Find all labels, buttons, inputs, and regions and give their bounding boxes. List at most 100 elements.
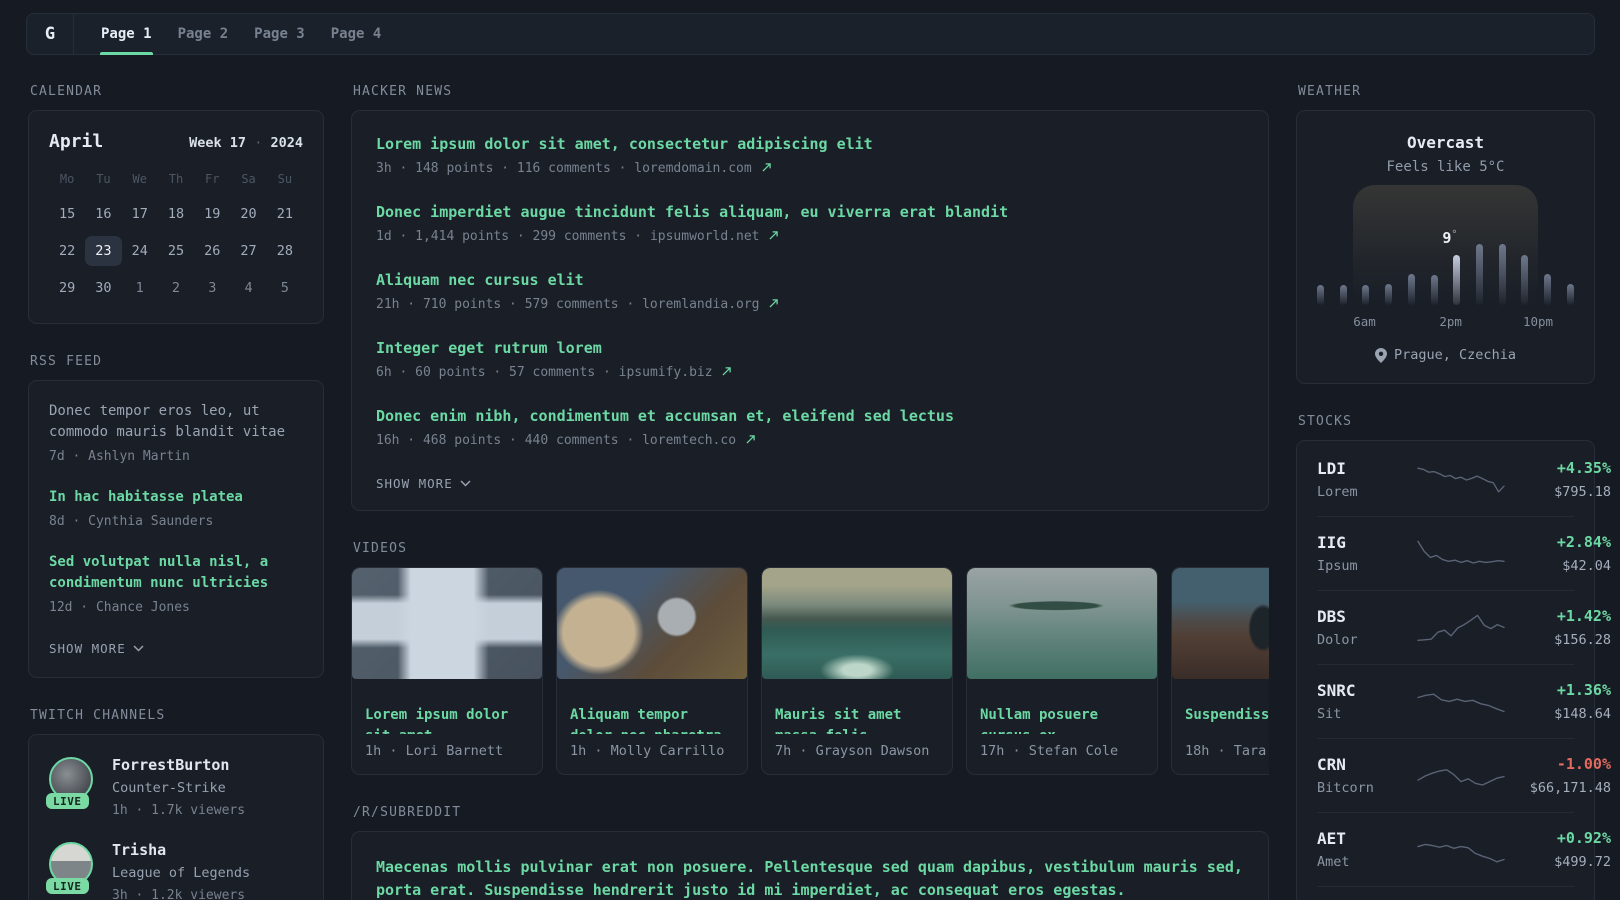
- hackernews-widget: HACKER NEWS Lorem ipsum dolor sit amet, …: [351, 84, 1269, 511]
- calendar-day: 17: [131, 206, 148, 222]
- stock-row[interactable]: IIG Ipsum +2.84% $42.04: [1317, 516, 1611, 590]
- calendar-day: 28: [276, 243, 293, 259]
- weather-bar: [1385, 284, 1393, 305]
- hn-story-title[interactable]: Donec enim nibh, condimentum et accumsan…: [376, 405, 1244, 427]
- stock-name: Ipsum: [1317, 558, 1358, 574]
- reddit-post-title[interactable]: Maecenas mollis pulvinar erat non posuer…: [376, 856, 1244, 900]
- hn-story-title[interactable]: Integer eget rutrum lorem: [376, 337, 1244, 359]
- live-badge: LIVE: [46, 793, 89, 809]
- rss-item: Donec tempor eros leo, ut commodo mauris…: [49, 401, 303, 466]
- hn-story-title[interactable]: Aliquam nec cursus elit: [376, 269, 1244, 291]
- weather-bar: [1521, 255, 1529, 305]
- stock-price: $42.04: [1562, 558, 1611, 574]
- calendar-day: 25: [167, 243, 185, 259]
- videos-widget: VIDEOS Lorem ipsum dolor sit amet consec…: [351, 541, 1269, 775]
- hn-story-domain[interactable]: loremtech.co: [642, 433, 736, 448]
- rss-item-title[interactable]: Donec tempor eros leo, ut commodo mauris…: [49, 401, 303, 443]
- video-title[interactable]: Aliquam tempor dolor nec pharetra: [570, 705, 734, 734]
- hn-story-title[interactable]: Lorem ipsum dolor sit amet, consectetur …: [376, 133, 1244, 155]
- video-meta: 18h · Tara: [1185, 743, 1267, 759]
- time-label: 2pm: [1439, 314, 1462, 329]
- hn-story-domain[interactable]: loremlandia.org: [642, 297, 759, 312]
- rss-show-more-button[interactable]: SHOW MORE: [49, 641, 144, 656]
- rss-item-title[interactable]: In hac habitasse platea: [49, 487, 303, 508]
- app-logo[interactable]: G: [27, 14, 74, 54]
- hn-story-domain[interactable]: ipsumworld.net: [650, 229, 760, 244]
- calendar-day: 20: [240, 206, 257, 222]
- hn-story: Integer eget rutrum lorem 6h · 60 points…: [376, 337, 1244, 382]
- weather-feels-like: Feels like 5°C: [1386, 159, 1505, 175]
- hn-story: Lorem ipsum dolor sit amet, consectetur …: [376, 133, 1244, 178]
- external-link-icon: [722, 367, 732, 376]
- show-more-label: SHOW MORE: [376, 476, 453, 491]
- reddit-post: Maecenas mollis pulvinar erat non posuer…: [376, 856, 1244, 900]
- hn-story: Donec enim nibh, condimentum et accumsan…: [376, 405, 1244, 450]
- weather-bar-chart: 9°: [1317, 185, 1574, 305]
- weather-condition: Overcast: [1406, 133, 1485, 152]
- calendar-week-info: Week 17 · 2024: [189, 135, 303, 151]
- stock-symbol: IIG: [1317, 533, 1346, 552]
- hn-story-stats: 6h · 60 points · 57 comments ·: [376, 365, 619, 380]
- tab-page-1[interactable]: Page 1: [88, 14, 165, 55]
- current-temperature-value: 9: [1442, 229, 1452, 247]
- calendar-day-next-month: 3: [208, 280, 217, 296]
- rss-item-title[interactable]: Sed volutpat nulla nisl, a condimentum n…: [49, 552, 303, 594]
- stocks-widget: STOCKS LDI Lorem +4.35% $795.18 IIG Ipsum +…: [1296, 414, 1611, 900]
- weekday-header: Fr: [205, 172, 220, 186]
- weather-bar: [1544, 274, 1552, 305]
- rss-item-meta: 8d · Cynthia Saunders: [49, 514, 214, 529]
- tab-page-4[interactable]: Page 4: [318, 14, 395, 54]
- video-thumbnail[interactable]: [557, 568, 747, 679]
- weather-bar: [1407, 274, 1415, 305]
- calendar-day: 16: [95, 206, 112, 222]
- stock-change: +1.36%: [1556, 681, 1611, 699]
- rss-item-meta: 12d · Chance Jones: [49, 600, 190, 615]
- video-card[interactable]: Mauris sit amet massa felis 7h · Grayson…: [761, 567, 953, 775]
- video-title[interactable]: Nullam posuere cursus ex: [980, 705, 1144, 734]
- video-title[interactable]: Mauris sit amet massa felis: [775, 705, 939, 734]
- stock-row[interactable]: SNRC Sit +1.36% $148.64: [1317, 664, 1611, 738]
- video-card[interactable]: Aliquam tempor dolor nec pharetra 1h · M…: [556, 567, 748, 775]
- calendar-month: April: [49, 131, 104, 152]
- stock-price: $795.18: [1554, 484, 1611, 500]
- stock-row[interactable]: AET Amet +0.92% $499.72: [1317, 812, 1611, 886]
- video-card[interactable]: Nullam posuere cursus ex 17h · Stefan Co…: [966, 567, 1158, 775]
- twitch-channel[interactable]: LIVE ForrestBurton Counter-Strike 1h · 1…: [46, 755, 303, 820]
- video-title[interactable]: Suspendisse diam: [1185, 705, 1269, 726]
- hn-story-meta: 21h · 710 points · 579 comments · loreml…: [376, 295, 1244, 314]
- rss-item: Sed volutpat nulla nisl, a condimentum n…: [49, 552, 303, 617]
- hn-story-domain[interactable]: loremdomain.com: [634, 161, 751, 176]
- stock-name: Bitcorn: [1317, 780, 1374, 796]
- calendar-year: 2024: [270, 135, 303, 151]
- twitch-channel[interactable]: LIVE Trisha League of Legends 3h · 1.2k …: [46, 840, 303, 900]
- hn-show-more-button[interactable]: SHOW MORE: [376, 476, 471, 491]
- calendar-day: 22: [59, 243, 76, 259]
- video-meta: 17h · Stefan Cole: [980, 743, 1119, 759]
- video-thumbnail[interactable]: [967, 568, 1157, 679]
- calendar-day: 19: [204, 206, 221, 222]
- stock-row[interactable]: CRN Bitcorn -1.00% $66,171.48: [1317, 738, 1611, 812]
- hn-story-domain[interactable]: ipsumify.biz: [619, 365, 713, 380]
- hn-story-title[interactable]: Donec imperdiet augue tincidunt felis al…: [376, 201, 1244, 223]
- video-thumbnail[interactable]: [762, 568, 952, 679]
- stock-row[interactable]: DBS Dolor +1.42% $156.28: [1317, 590, 1611, 664]
- video-card[interactable]: Suspendisse diam 18h · Tara: [1171, 567, 1269, 775]
- weekday-header: Tu: [96, 172, 111, 186]
- video-title[interactable]: Lorem ipsum dolor sit amet consectetur a…: [365, 705, 529, 734]
- video-thumbnail[interactable]: [1172, 568, 1269, 679]
- calendar-day-next-month: 4: [244, 280, 253, 296]
- tab-page-3[interactable]: Page 3: [241, 14, 318, 54]
- weekday-header: Mo: [59, 172, 75, 186]
- tab-page-2[interactable]: Page 2: [165, 14, 242, 54]
- weather-bar-current: [1453, 255, 1461, 305]
- video-card[interactable]: Lorem ipsum dolor sit amet consectetur a…: [351, 567, 543, 775]
- stock-row[interactable]: CCSConsectetur +0.51%$165.84: [1317, 886, 1574, 900]
- video-thumbnail[interactable]: [352, 568, 542, 679]
- stock-sparkline: [1417, 466, 1505, 492]
- weather-bar: [1362, 285, 1370, 305]
- time-label: 6am: [1353, 314, 1376, 329]
- twitch-channel-name: Trisha: [112, 841, 167, 859]
- rss-item: In hac habitasse platea 8d · Cynthia Sau…: [49, 487, 303, 531]
- stock-row[interactable]: LDI Lorem +4.35% $795.18: [1317, 443, 1611, 516]
- hn-story-stats: 21h · 710 points · 579 comments ·: [376, 297, 643, 312]
